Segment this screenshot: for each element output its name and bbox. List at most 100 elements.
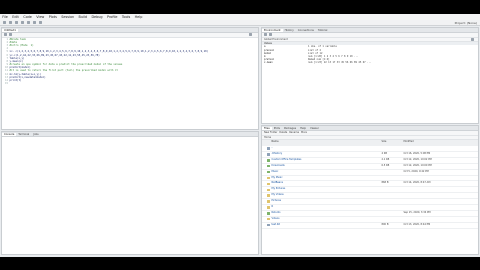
folder-icon xyxy=(267,217,270,221)
files-pane: Files Plots Packages Help Viewer New Folder D… xyxy=(261,125,479,255)
menu-item-session[interactable]: Session xyxy=(59,15,76,19)
source-save-icon[interactable] xyxy=(4,33,7,37)
tab-viewer[interactable]: Viewer xyxy=(308,127,321,130)
env-row[interactable]: x.mean num [1:23] 22 13 17 33 45 56 66 89… xyxy=(262,61,478,64)
file-modified: Oct 13, 2020, 8:44 PM xyxy=(403,222,431,226)
files-rename-button[interactable]: Rename xyxy=(289,131,299,134)
file-name[interactable]: NetBeans xyxy=(272,181,382,186)
file-name[interactable]: My Music xyxy=(272,176,382,181)
folder-icon xyxy=(267,206,270,209)
environment-list: a1 obs. of 1 variable prenval List of 2 mod… xyxy=(262,45,478,64)
tab-console[interactable]: Console xyxy=(2,132,17,136)
menu-item-file[interactable]: File xyxy=(0,15,10,19)
open-file-icon[interactable] xyxy=(15,21,18,24)
file-icon xyxy=(267,212,270,215)
files-more-button[interactable]: More xyxy=(301,131,307,134)
code-editor[interactable]: 1 #Rcode task 2 #data 3 #intro (Mode 1) 4 5 x<- … xyxy=(2,38,258,86)
file-row[interactable]: test.Rd 800 B Oct 13, 2020, 8:44 PM xyxy=(262,223,478,229)
save-icon[interactable] xyxy=(21,21,24,24)
file-list: .. .Rhistory 4 KB Oct 16, 2020, 5:08 PM Cust… xyxy=(262,146,478,229)
file-size xyxy=(382,176,404,181)
column-modified-header[interactable]: Modified xyxy=(404,140,414,145)
file-size xyxy=(382,211,404,216)
file-name[interactable]: Pictures xyxy=(272,199,382,204)
tab-terminal[interactable]: Terminal xyxy=(16,133,31,136)
project-menu[interactable]: Project: (None) xyxy=(455,21,477,25)
menu-item-profile[interactable]: Profile xyxy=(105,15,120,19)
file-icon xyxy=(267,170,270,174)
column-size-header[interactable]: Size xyxy=(382,140,404,145)
menu-item-build[interactable]: Build xyxy=(76,15,89,19)
column-name-header[interactable]: Name xyxy=(272,140,382,145)
tab-files[interactable]: Files xyxy=(262,126,272,130)
broom-icon[interactable] xyxy=(269,33,272,37)
file-name[interactable]: R xyxy=(272,205,382,210)
console-output[interactable] xyxy=(2,137,258,254)
import-dataset-icon[interactable] xyxy=(264,33,267,37)
menu-item-help[interactable]: Help xyxy=(132,15,144,19)
files-path[interactable]: Home xyxy=(264,136,271,139)
menu-item-code[interactable]: Code xyxy=(21,15,34,19)
tab-tutorial[interactable]: Tutorial xyxy=(316,29,330,32)
tab-jobs[interactable]: Jobs xyxy=(31,133,40,136)
file-modified: Sep 15, 2020, 3:34 PM xyxy=(403,210,431,214)
tab-history[interactable]: History xyxy=(283,29,296,32)
code-text: #intro (Mode 1) xyxy=(9,43,34,47)
file-icon xyxy=(267,153,270,156)
file-size: 6.5 KB xyxy=(381,163,390,167)
run-icon[interactable] xyxy=(249,33,252,37)
file-size xyxy=(382,205,404,210)
find-icon[interactable] xyxy=(9,33,12,37)
new-file-icon[interactable] xyxy=(3,21,6,24)
file-name[interactable]: Rstudio xyxy=(272,211,382,216)
rstudio-window: File Edit Code View Plots Session Build Debug Pr… xyxy=(0,14,480,257)
go-to-file-icon[interactable] xyxy=(39,21,42,24)
files-new-folder-button[interactable]: New Folder xyxy=(264,131,277,134)
file-modified: Oct 12, 2020, 10:02 PM xyxy=(403,157,432,161)
search-icon[interactable] xyxy=(471,37,474,41)
file-modified: Oct 12, 2020, 10:00 PM xyxy=(403,163,432,167)
file-name[interactable]: Downloads xyxy=(272,164,382,169)
file-name[interactable]: test.Rd xyxy=(272,223,382,228)
file-modified: Oct 16, 2020, 5:08 PM xyxy=(403,151,431,155)
file-size: 868 B xyxy=(381,181,389,185)
file-icon xyxy=(267,164,270,168)
env-value: num [1:23] 22 13 17 33 45 56 66 89 45 67… xyxy=(308,61,372,65)
files-delete-button[interactable]: Delete xyxy=(279,131,287,134)
tab-connections[interactable]: Connections xyxy=(296,29,316,32)
menu-item-view[interactable]: View xyxy=(34,15,46,19)
folder-icon xyxy=(267,188,270,191)
code-text: print(t) xyxy=(9,79,22,83)
file-modified: Oct 14, 2020, 8:47 AM xyxy=(403,181,431,185)
file-name[interactable]: Custom Office Templates xyxy=(272,158,382,163)
file-icon xyxy=(267,223,270,227)
menu-item-debug[interactable]: Debug xyxy=(89,15,105,19)
file-name[interactable]: Videos xyxy=(272,217,382,222)
editor-pane: Untitled1 1 #Rcode task 2 #data 3 #intro (Mod… xyxy=(1,27,259,130)
menu-item-tools[interactable]: Tools xyxy=(120,15,133,19)
print-icon[interactable] xyxy=(33,21,36,24)
file-size: 4 KB xyxy=(381,151,388,155)
file-size: 800 B xyxy=(381,222,389,226)
global-environment-select[interactable]: Global Environment xyxy=(264,38,288,41)
open-project-icon[interactable] xyxy=(9,21,12,24)
file-name[interactable]: .Rhistory xyxy=(272,152,382,157)
save-all-icon[interactable] xyxy=(27,21,30,24)
file-size xyxy=(382,217,404,222)
menu-item-edit[interactable]: Edit xyxy=(10,15,21,19)
tab-environment[interactable]: Environment xyxy=(262,28,283,32)
folder-icon xyxy=(267,194,270,197)
file-name[interactable]: My Pictures xyxy=(272,187,382,192)
line-number: 15 xyxy=(4,82,8,86)
file-icon xyxy=(267,147,270,150)
tab-help[interactable]: Help xyxy=(298,127,308,130)
file-name[interactable]: Music xyxy=(272,170,382,175)
tab-packages[interactable]: Packages xyxy=(282,127,298,130)
tab-plots[interactable]: Plots xyxy=(272,127,282,130)
console-pane: Console Terminal Jobs xyxy=(1,131,259,255)
file-size: 2.1 KB xyxy=(381,157,390,161)
tab-untitled1[interactable]: Untitled1 xyxy=(2,28,18,32)
file-name[interactable]: My Videos xyxy=(272,193,382,198)
menu-item-plots[interactable]: Plots xyxy=(47,15,60,19)
file-name[interactable]: .. xyxy=(272,146,382,151)
